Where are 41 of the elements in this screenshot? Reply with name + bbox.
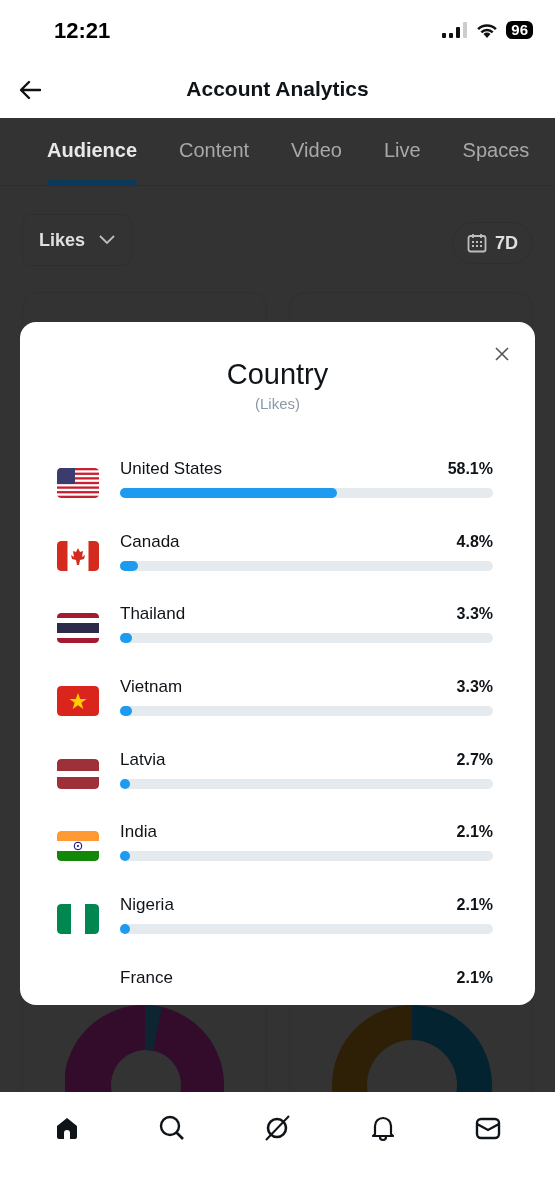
country-percentage: 2.1%	[456, 822, 493, 843]
country-percentage: 3.3%	[456, 676, 493, 697]
flag-icon	[57, 467, 99, 498]
country-percentage: 2.1%	[456, 967, 493, 988]
country-name: India	[120, 821, 157, 844]
flag-icon	[57, 903, 99, 934]
tab[interactable]: Audience	[47, 135, 138, 185]
page-title: Account Analytics	[186, 76, 369, 103]
country-name: United States	[120, 457, 223, 480]
flag-icon	[57, 758, 99, 789]
flag-icon	[57, 540, 99, 571]
country-percentage: 4.8%	[456, 531, 493, 552]
tab[interactable]: Live	[383, 135, 421, 185]
signal-icon	[442, 21, 469, 39]
flag-icon	[57, 613, 99, 644]
flag-icon	[57, 831, 99, 862]
clock: 12:21	[54, 16, 111, 45]
battery-indicator: 96	[506, 21, 533, 39]
wifi-icon	[476, 21, 499, 39]
country-name: Vietnam	[120, 675, 183, 698]
country-name: Thailand	[120, 603, 186, 626]
country-percentage: 3.3%	[456, 604, 493, 625]
slashed-circle-icon	[263, 1114, 292, 1142]
calendar-icon	[467, 233, 487, 253]
tab[interactable]: Video	[291, 135, 342, 185]
country-name: Nigeria	[120, 893, 174, 916]
flag-icon	[57, 685, 99, 716]
country-percentage: 58.1%	[447, 458, 493, 479]
close-button[interactable]	[494, 346, 510, 362]
country-percentage: 2.7%	[456, 749, 493, 770]
country-name: Latvia	[120, 748, 166, 771]
country-name: France	[120, 966, 173, 989]
modal-subtitle: (Likes)	[254, 394, 301, 414]
country-percentage: 2.1%	[456, 894, 493, 915]
country-name: Canada	[120, 530, 180, 553]
metric-dropdown[interactable]: Likes	[22, 214, 133, 266]
chevron-down-icon	[99, 235, 116, 245]
tab[interactable]: Spaces	[462, 135, 530, 185]
modal-title: Country	[225, 357, 330, 392]
tab[interactable]: Content	[179, 135, 250, 185]
close-icon	[494, 346, 510, 362]
